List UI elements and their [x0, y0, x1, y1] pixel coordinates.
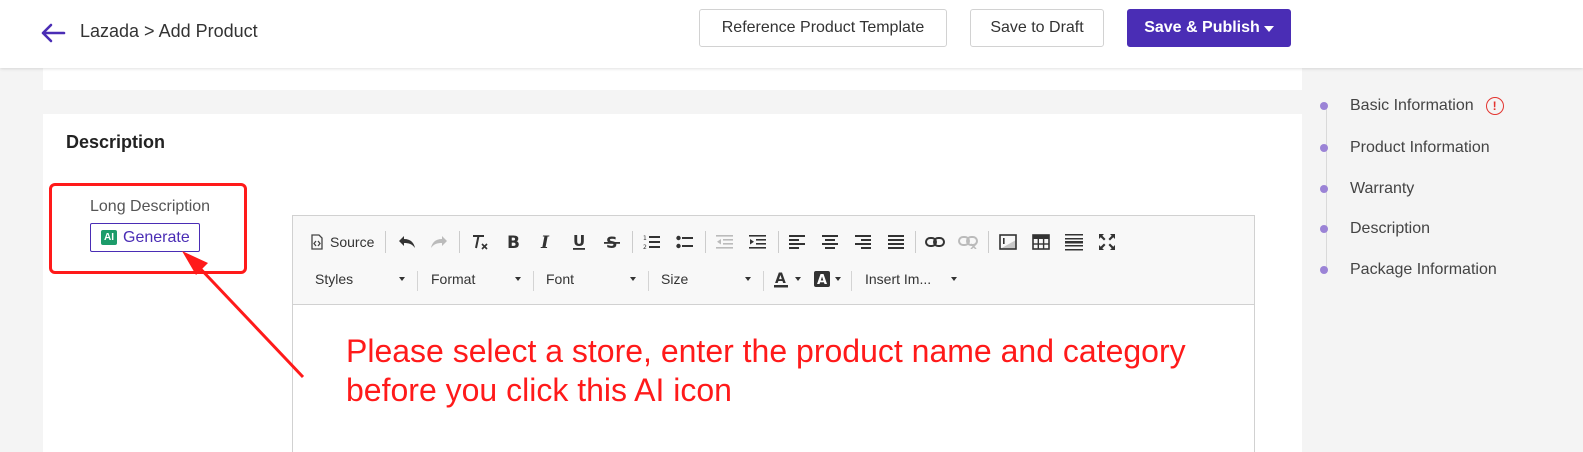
svg-text:I: I — [540, 233, 550, 251]
decrease-indent-icon[interactable] — [711, 229, 739, 255]
toolbar-separator — [988, 231, 989, 253]
reference-product-template-button[interactable]: Reference Product Template — [699, 9, 947, 47]
back-arrow-icon[interactable] — [38, 18, 68, 48]
toolbar-separator — [648, 271, 649, 291]
format-dropdown[interactable]: Format — [431, 266, 521, 292]
text-color-icon: A — [774, 271, 788, 288]
align-justify-icon[interactable] — [882, 229, 910, 255]
ai-icon: AI — [101, 230, 117, 245]
annotation-line-1: Please select a store, enter the product… — [346, 333, 1186, 369]
remove-format-icon[interactable] — [466, 229, 494, 255]
svg-text:2: 2 — [643, 244, 647, 250]
caret-down-icon — [1263, 26, 1274, 32]
dropdown-arrow-icon — [630, 277, 636, 281]
background-color-icon: A — [814, 271, 830, 288]
toolbar-separator — [763, 271, 764, 291]
svg-text:B: B — [507, 233, 520, 251]
image-icon[interactable] — [994, 229, 1022, 255]
increase-indent-icon[interactable] — [744, 229, 772, 255]
toolbar-separator — [778, 231, 779, 253]
format-label: Format — [431, 271, 476, 287]
dropdown-arrow-icon — [835, 277, 841, 281]
toolbar-separator — [915, 231, 916, 253]
save-and-publish-button[interactable]: Save & Publish — [1127, 9, 1291, 47]
nav-item-description[interactable]: Description — [1320, 218, 1430, 240]
nav-item-warranty[interactable]: Warranty — [1320, 178, 1414, 200]
nav-item-basic-information[interactable]: Basic Information ! — [1320, 95, 1504, 117]
previous-card-bottom — [43, 68, 1302, 90]
warning-icon: ! — [1485, 97, 1504, 115]
svg-text:1: 1 — [643, 235, 647, 242]
svg-text:U: U — [573, 233, 585, 250]
toolbar-separator — [533, 271, 534, 291]
nav-item-package-information[interactable]: Package Information — [1320, 259, 1497, 281]
dropdown-arrow-icon — [745, 277, 751, 281]
save-to-draft-button[interactable]: Save to Draft — [970, 9, 1104, 47]
breadcrumb: Lazada > Add Product — [80, 21, 258, 41]
font-dropdown[interactable]: Font — [546, 266, 636, 292]
nav-label: Product Information — [1350, 139, 1490, 156]
save-and-publish-label: Save & Publish — [1144, 19, 1260, 36]
horizontal-line-icon[interactable] — [1060, 229, 1088, 255]
svg-text:A: A — [775, 271, 786, 287]
nav-item-product-information[interactable]: Product Information — [1320, 137, 1490, 159]
underline-icon[interactable]: U — [565, 229, 593, 255]
nav-dot — [1320, 185, 1328, 193]
source-label: Source — [330, 234, 375, 250]
size-label: Size — [661, 271, 689, 287]
nav-label: Package Information — [1350, 261, 1497, 278]
redo-icon[interactable] — [425, 229, 453, 255]
bold-icon[interactable]: B — [499, 229, 527, 255]
toolbar-separator — [385, 231, 386, 253]
table-icon[interactable] — [1027, 229, 1055, 255]
styles-label: Styles — [315, 271, 354, 287]
nav-dot — [1320, 144, 1328, 152]
dropdown-arrow-icon — [951, 277, 957, 281]
nav-dot — [1320, 266, 1328, 274]
size-dropdown[interactable]: Size — [661, 266, 751, 292]
dropdown-arrow-icon — [515, 277, 521, 281]
undo-icon[interactable] — [393, 229, 421, 255]
italic-icon[interactable]: I — [532, 229, 560, 255]
nav-label: Description — [1350, 220, 1431, 237]
toolbar-separator — [459, 231, 460, 253]
nav-label: Warranty — [1350, 180, 1415, 197]
source-button[interactable]: Source — [309, 229, 374, 255]
nav-dot — [1320, 102, 1328, 110]
nav-label: Basic Information — [1350, 97, 1474, 114]
generate-label: Generate — [123, 228, 190, 246]
toolbar-separator — [705, 231, 706, 253]
bulleted-list-icon[interactable] — [671, 229, 699, 255]
source-icon — [311, 234, 323, 250]
numbered-list-icon[interactable]: 12 — [638, 229, 666, 255]
annotation-text: Please select a store, enter the product… — [346, 332, 1186, 410]
svg-text:A: A — [817, 273, 827, 288]
ai-generate-button[interactable]: AI Generate — [90, 223, 200, 252]
styles-dropdown[interactable]: Styles — [315, 266, 405, 292]
nav-dot — [1320, 225, 1328, 233]
insert-image-label: Insert Im... — [865, 271, 932, 287]
section-title: Description — [66, 132, 166, 152]
annotation-line-2: before you click this AI icon — [346, 372, 732, 408]
toolbar-separator — [851, 271, 852, 291]
editor-toolbar: Source B I U S 12 — [293, 216, 1254, 305]
dropdown-arrow-icon — [399, 277, 405, 281]
toolbar-separator — [417, 271, 418, 291]
text-color-dropdown[interactable]: A — [773, 266, 801, 292]
long-description-label: Long Description — [90, 198, 211, 215]
top-header: Lazada > Add Product Reference Product T… — [0, 0, 1583, 68]
align-center-icon[interactable] — [816, 229, 844, 255]
unlink-icon[interactable] — [954, 229, 982, 255]
link-icon[interactable] — [921, 229, 949, 255]
insert-image-dropdown[interactable]: Insert Im... — [865, 266, 957, 292]
toolbar-separator — [632, 231, 633, 253]
font-label: Font — [546, 271, 575, 287]
align-right-icon[interactable] — [849, 229, 877, 255]
strikethrough-icon[interactable]: S — [598, 229, 626, 255]
align-left-icon[interactable] — [783, 229, 811, 255]
maximize-icon[interactable] — [1093, 229, 1121, 255]
background-color-dropdown[interactable]: A — [813, 266, 841, 292]
dropdown-arrow-icon — [795, 277, 801, 281]
